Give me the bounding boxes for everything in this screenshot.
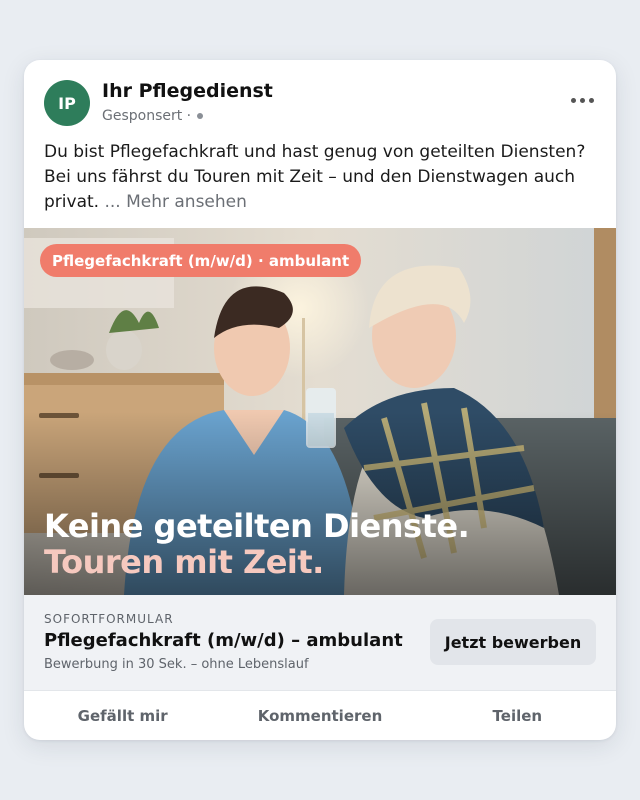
headline-line2: Touren mit Zeit. (44, 543, 324, 581)
cta-bar: SOFORTFORMULAR Pflegefachkraft (m/w/d) –… (24, 595, 616, 690)
page-name[interactable]: Ihr Pflegedienst (102, 80, 273, 102)
ad-headline: Keine geteilten Dienste. Touren mit Zeit… (44, 507, 470, 581)
globe-icon (197, 113, 204, 119)
like-button[interactable]: Gefällt mir (24, 691, 221, 740)
post-header: IP Ihr Pflegedienst Gesponsert · (24, 60, 616, 132)
more-options-icon[interactable] (571, 98, 594, 103)
sponsored-post-card: IP Ihr Pflegedienst Gesponsert · Du bist… (24, 60, 616, 740)
see-more-link[interactable]: ... Mehr ansehen (104, 192, 246, 212)
page-avatar[interactable]: IP (44, 80, 90, 126)
post-text: Du bist Pflegefachkraft und hast genug v… (44, 140, 600, 215)
sponsored-text: Gesponsert · (102, 108, 192, 124)
share-button[interactable]: Teilen (419, 691, 616, 740)
cta-title[interactable]: Pflegefachkraft (m/w/d) – ambulant (44, 630, 403, 651)
post-actions: Gefällt mir Kommentieren Teilen (24, 690, 616, 740)
cta-kicker: SOFORTFORMULAR (44, 612, 174, 626)
job-tag: Pflegefachkraft (m/w/d) · ambulant (40, 244, 362, 277)
ad-image[interactable]: Pflegefachkraft (m/w/d) · ambulant Keine… (24, 228, 616, 595)
comment-button[interactable]: Kommentieren (221, 691, 418, 740)
headline-line1: Keine geteilten Dienste. (44, 507, 470, 545)
sponsored-label: Gesponsert · (102, 108, 204, 124)
apply-now-button[interactable]: Jetzt bewerben (430, 619, 596, 665)
cta-subtitle: Bewerbung in 30 Sek. – ohne Lebenslauf (44, 657, 309, 672)
